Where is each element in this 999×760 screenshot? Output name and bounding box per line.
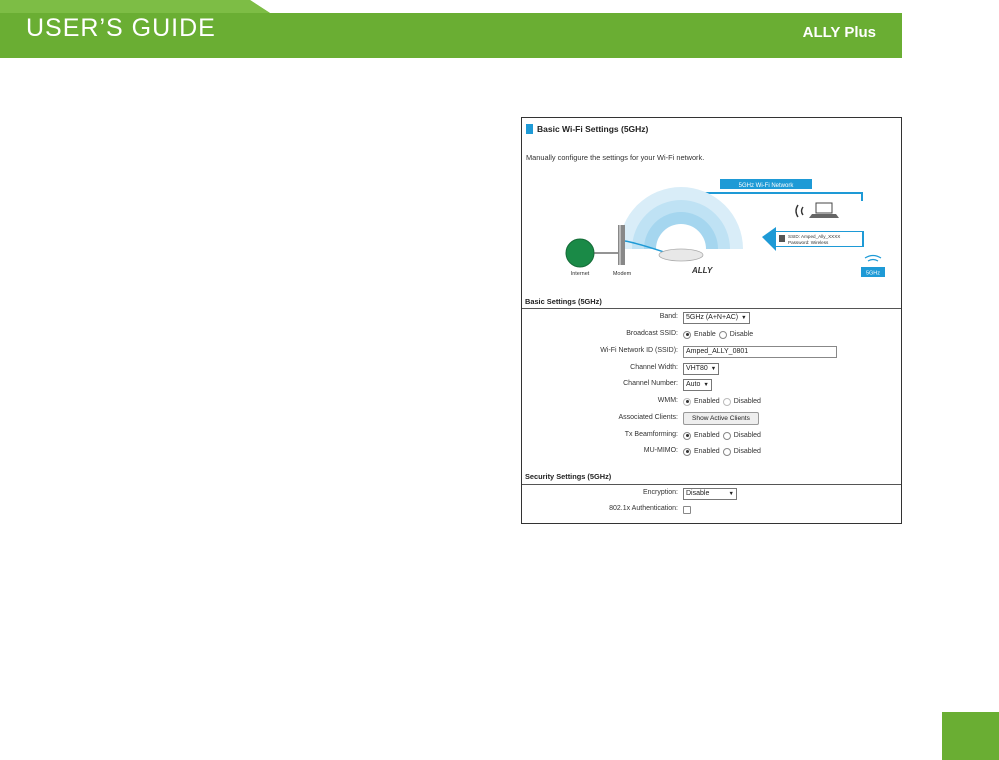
security-settings-heading: Security Settings (5GHz) <box>525 472 612 481</box>
dropdown-arrow-icon: ▼ <box>710 365 717 372</box>
basic-settings-heading: Basic Settings (5GHz) <box>525 297 602 306</box>
network-diagram: 5GHz Wi-Fi Network Internet Modem ALLY S… <box>565 179 885 277</box>
auth-row: 802.1x Authentication: <box>522 503 901 517</box>
broadcast-ssid-row: Broadcast SSID: Enable Disable <box>522 328 901 342</box>
mumimo-label: MU-MIMO: <box>643 447 678 454</box>
wifi-waves-icon <box>619 187 743 249</box>
credentials-arrow-icon <box>762 227 864 251</box>
show-active-clients-button[interactable]: Show Active Clients <box>683 412 759 425</box>
clients-row: Associated Clients: Show Active Clients <box>522 412 901 426</box>
page-corner-tab <box>942 712 999 760</box>
broadcast-enable-text: Enable <box>694 331 716 338</box>
ssid-input[interactable]: Amped_ALLY_0801 <box>683 345 837 358</box>
channel-number-select[interactable]: Auto ▼ <box>683 378 712 391</box>
auth-checkbox[interactable] <box>683 505 691 514</box>
settings-panel: Basic Wi-Fi Settings (5GHz) Manually con… <box>521 117 902 524</box>
wmm-enabled-text: Enabled <box>694 398 720 405</box>
security-settings-divider <box>522 484 901 485</box>
encryption-select[interactable]: Disable ▼ <box>683 487 737 500</box>
broadcast-enable-radio[interactable] <box>683 330 691 339</box>
dropdown-arrow-icon: ▼ <box>741 314 747 321</box>
channel-number-row: Channel Number: Auto ▼ <box>522 378 901 392</box>
wmm-disabled-radio[interactable] <box>722 397 731 406</box>
ssid-hint: SSID: Amped_Ally_XXXX <box>788 234 840 239</box>
wmm-row: WMM: Enabled Disabled <box>522 395 901 409</box>
extender-brand: ALLY <box>691 266 713 275</box>
panel-title: Basic Wi-Fi Settings (5GHz) <box>526 124 648 134</box>
channel-width-value: VHT80 <box>686 364 708 372</box>
modem-label: Modem <box>613 271 632 277</box>
channel-width-label: Channel Width: <box>630 364 678 371</box>
extender-device-icon <box>658 248 704 262</box>
laptop-icon <box>809 202 839 218</box>
basic-settings-divider <box>522 308 901 309</box>
beamforming-row: Tx Beamforming: Enabled Disabled <box>522 429 901 443</box>
mumimo-disabled-radio[interactable] <box>722 447 731 456</box>
product-name: ALLY Plus <box>802 24 876 41</box>
clients-label: Associated Clients: <box>618 414 678 421</box>
mumimo-enabled-radio[interactable] <box>683 447 691 456</box>
title-marker-icon <box>526 124 533 134</box>
password-hint: Password: Wireless <box>788 240 829 245</box>
panel-title-text: Basic Wi-Fi Settings (5GHz) <box>537 124 649 134</box>
encryption-label: Encryption: <box>642 489 678 496</box>
network-label: 5GHz Wi-Fi Network <box>739 183 795 189</box>
band-row: Band: 5GHz (A+N+AC) ▼ <box>522 311 901 325</box>
broadcast-disable-radio[interactable] <box>718 330 727 339</box>
dropdown-arrow-icon: ▼ <box>728 490 734 497</box>
auth-label: 802.1x Authentication: <box>609 505 678 512</box>
mumimo-row: MU-MIMO: Enabled Disabled <box>522 445 901 459</box>
channel-width-row: Channel Width: VHT80 ▼ <box>522 362 901 376</box>
modem-icon <box>618 225 625 265</box>
mumimo-enabled-text: Enabled <box>694 448 720 455</box>
band-value: 5GHz (A+N+AC) <box>686 313 739 321</box>
internet-globe-icon <box>565 238 595 268</box>
ssid-row: Wi-Fi Network ID (SSID): Amped_ALLY_0801 <box>522 345 901 359</box>
beamforming-disabled-radio[interactable] <box>722 431 731 440</box>
beamforming-label: Tx Beamforming: <box>624 431 678 438</box>
broadcast-ssid-label: Broadcast SSID: <box>626 330 678 337</box>
dropdown-arrow-icon: ▼ <box>703 381 709 388</box>
encryption-value: Disable <box>686 489 710 497</box>
channel-width-select[interactable]: VHT80 ▼ <box>683 362 720 375</box>
mumimo-disabled-text: Disabled <box>733 448 761 455</box>
wmm-disabled-text: Disabled <box>733 398 761 405</box>
internet-label: Internet <box>571 271 590 277</box>
broadcast-disable-text: Disable <box>729 331 754 338</box>
wmm-enabled-radio[interactable] <box>683 397 691 406</box>
band-badge: 5GHz <box>866 271 880 277</box>
panel-description: Manually configure the settings for your… <box>526 153 705 162</box>
beamforming-enabled-radio[interactable] <box>683 431 691 440</box>
beamforming-disabled-text: Disabled <box>733 432 761 439</box>
band-select[interactable]: 5GHz (A+N+AC) ▼ <box>683 311 750 324</box>
channel-number-value: Auto <box>686 380 701 388</box>
guide-title: USER’S GUIDE <box>26 14 216 42</box>
ssid-label: Wi-Fi Network ID (SSID): <box>600 347 678 354</box>
beamforming-enabled-text: Enabled <box>694 432 720 439</box>
wmm-label: WMM: <box>657 397 678 404</box>
wifi-5ghz-icon <box>864 254 882 262</box>
encryption-row: Encryption: Disable ▼ <box>522 487 901 501</box>
channel-number-label: Channel Number: <box>623 380 678 387</box>
band-label: Band: <box>659 313 678 320</box>
laptop-wifi-icon <box>795 204 804 218</box>
